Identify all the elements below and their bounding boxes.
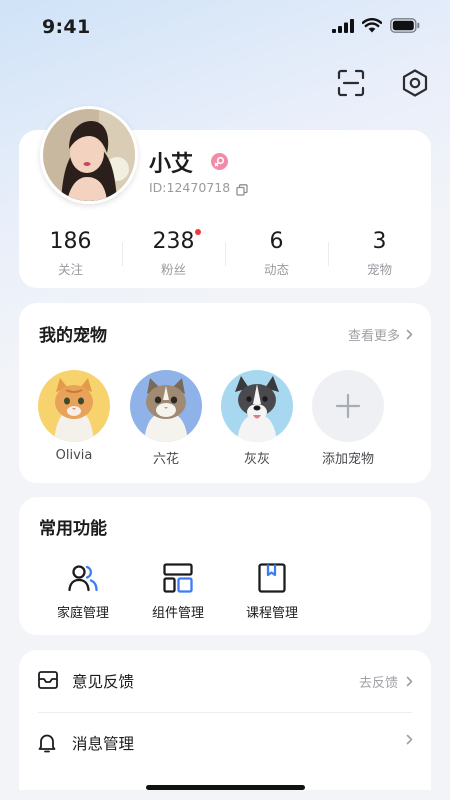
pet-item-huihui[interactable]: 灰灰 <box>220 370 294 467</box>
chevron-right-icon <box>406 734 413 745</box>
scan-icon <box>337 69 365 97</box>
scan-button[interactable] <box>334 66 368 100</box>
widget-management-button[interactable]: 组件管理 <box>133 562 223 621</box>
functions-title: 常用功能 <box>39 519 107 539</box>
status-icons <box>332 18 420 33</box>
chevron-right-icon <box>406 329 413 340</box>
pet-name: 添加宠物 <box>321 452 374 467</box>
stat-label: 动态 <box>263 262 289 277</box>
username: 小艾 <box>149 152 194 177</box>
pet-avatar <box>130 370 202 442</box>
add-pet-button[interactable]: 添加宠物 <box>311 370 385 467</box>
feedback-row[interactable]: 意见反馈 去反馈 <box>19 651 431 711</box>
more-label: 查看更多 <box>347 329 400 344</box>
menu-right: 去反馈 <box>359 672 413 691</box>
course-icon <box>258 563 286 593</box>
pet-avatar <box>38 370 110 442</box>
status-time: 9:41 <box>42 16 91 38</box>
pet-name: 六花 <box>152 452 179 467</box>
message-management-row[interactable]: 消息管理 <box>19 713 431 773</box>
settings-button[interactable] <box>398 66 432 100</box>
stat-following[interactable]: 186 关注 <box>19 228 122 278</box>
copy-id-button[interactable] <box>236 181 248 200</box>
user-id: ID:12470718 <box>149 180 231 195</box>
course-management-button[interactable]: 课程管理 <box>227 562 317 621</box>
profile-stats: 186 关注 238 粉丝 6 动态 3 宠物 <box>19 228 431 278</box>
stat-label: 粉丝 <box>160 262 186 277</box>
plus-icon <box>335 393 361 419</box>
widget-icon <box>163 563 193 593</box>
menu-right <box>406 734 413 745</box>
menu-right-label: 去反馈 <box>358 676 398 691</box>
family-icon <box>68 565 98 592</box>
family-management-button[interactable]: 家庭管理 <box>38 562 128 621</box>
pets-title: 我的宠物 <box>39 326 107 346</box>
stat-value-wrap: 238 <box>152 228 201 256</box>
bell-icon <box>38 734 56 753</box>
pet-item-liuhua[interactable]: 六花 <box>129 370 203 467</box>
menu-label: 消息管理 <box>72 735 135 753</box>
home-indicator[interactable] <box>146 785 305 790</box>
pet-name: Olivia <box>55 448 93 463</box>
settings-hexagon-icon <box>402 69 428 97</box>
wifi-icon <box>362 18 382 33</box>
func-label: 组件管理 <box>151 606 204 621</box>
pets-more-link[interactable]: 查看更多 <box>348 325 413 344</box>
pet-avatar <box>221 370 293 442</box>
status-bar: 9:41 <box>0 0 450 54</box>
female-icon <box>211 153 228 170</box>
notification-dot <box>194 229 201 235</box>
stat-value: 3 <box>372 229 387 254</box>
battery-icon <box>390 18 420 33</box>
stat-posts[interactable]: 6 动态 <box>225 228 328 278</box>
avatar[interactable] <box>40 106 138 204</box>
mail-icon <box>38 671 58 689</box>
pet-name: 灰灰 <box>243 452 270 467</box>
signal-icon <box>332 18 354 33</box>
stat-followers[interactable]: 238 粉丝 <box>122 228 225 278</box>
copy-icon <box>236 184 248 196</box>
stat-pets[interactable]: 3 宠物 <box>328 228 431 278</box>
stat-value: 238 <box>152 229 195 254</box>
menu-label: 意见反馈 <box>72 673 135 691</box>
add-circle <box>312 370 384 442</box>
chevron-right-icon <box>406 676 413 687</box>
func-label: 家庭管理 <box>56 606 109 621</box>
stat-value: 186 <box>49 229 92 254</box>
pet-item-olivia[interactable]: Olivia <box>37 370 111 463</box>
func-label: 课程管理 <box>245 606 298 621</box>
stat-label: 关注 <box>57 262 83 277</box>
stat-label: 宠物 <box>366 262 392 277</box>
stat-value: 6 <box>269 229 284 254</box>
